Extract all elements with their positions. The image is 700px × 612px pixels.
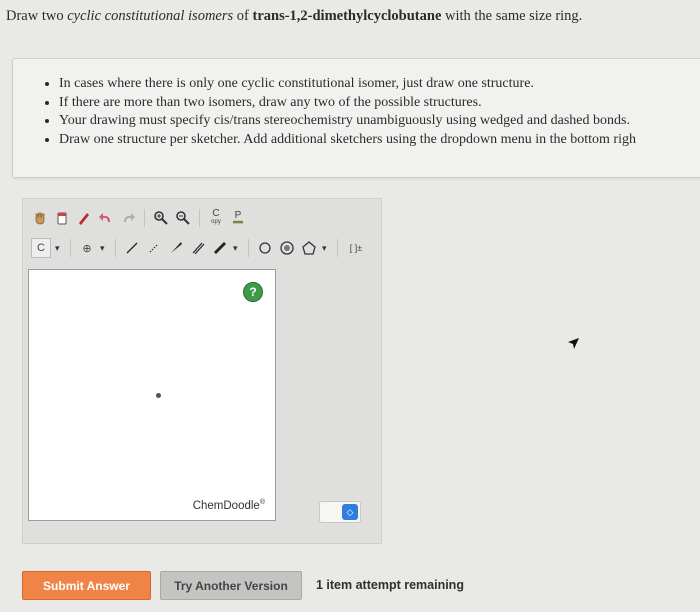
compound-name: trans-1,2-dimethylcyclobutane xyxy=(252,8,442,24)
instructions-box: In cases where there is only one cyclic … xyxy=(12,58,700,178)
question-emphasis: cyclic constitutional isomers xyxy=(67,8,234,24)
copy-sublabel: opy xyxy=(211,219,221,225)
instruction-item: If there are more than two isomers, draw… xyxy=(59,94,700,113)
chemdoodle-sketcher: C opy P C ▾ ⊕ ▾ ▾ ▾ []± ? ChemDoodle® ◇ xyxy=(22,198,382,544)
paste-label: P xyxy=(234,209,242,221)
help-button[interactable]: ? xyxy=(243,282,263,302)
eraser-icon[interactable] xyxy=(53,209,71,227)
chemdoodle-logo: ChemDoodle® xyxy=(193,499,265,512)
redo-icon[interactable] xyxy=(119,209,137,227)
hashed-bond-icon[interactable] xyxy=(145,239,163,257)
double-bond-icon[interactable] xyxy=(189,239,207,257)
toolbar-separator xyxy=(115,239,116,257)
question-part: Draw two xyxy=(6,8,68,24)
cyclopropane-icon[interactable] xyxy=(256,239,274,257)
pencil-icon[interactable] xyxy=(75,209,93,227)
bracket-button[interactable]: [ ]± xyxy=(345,239,367,257)
try-another-version-button[interactable]: Try Another Version xyxy=(160,571,302,600)
select-arrows-icon[interactable]: ◇ xyxy=(342,504,358,520)
hand-icon[interactable] xyxy=(31,209,49,227)
chevron-down-icon[interactable]: ▾ xyxy=(55,243,63,254)
atom-dot xyxy=(156,393,161,398)
toolbar-separator xyxy=(70,239,71,257)
question-part: of xyxy=(233,8,253,24)
copy-button[interactable]: C opy xyxy=(207,209,225,227)
toolbar-row-2: C ▾ ⊕ ▾ ▾ ▾ [ ]± xyxy=(31,237,367,259)
drawing-canvas[interactable]: ? ChemDoodle® xyxy=(28,269,276,521)
brand-mark: ® xyxy=(259,499,265,507)
submit-answer-button[interactable]: Submit Answer xyxy=(22,571,151,600)
wedge-bond-icon[interactable] xyxy=(167,239,185,257)
sketcher-count-select[interactable]: ◇ xyxy=(319,501,361,523)
chevron-down-icon[interactable]: ▾ xyxy=(233,243,241,254)
cyclopentane-icon[interactable] xyxy=(300,239,318,257)
toolbar-separator xyxy=(199,209,200,227)
chevron-down-icon[interactable]: ▾ xyxy=(322,243,330,254)
toolbar-separator xyxy=(337,239,338,257)
instruction-item: In cases where there is only one cyclic … xyxy=(59,75,700,94)
charge-button[interactable]: ⊕ xyxy=(78,239,96,257)
single-bond-icon[interactable] xyxy=(123,239,141,257)
undo-icon[interactable] xyxy=(97,209,115,227)
attempts-remaining: 1 item attempt remaining xyxy=(316,578,464,592)
instructions-list: In cases where there is only one cyclic … xyxy=(13,75,700,149)
brand-text: ChemDoodle xyxy=(192,500,260,512)
question-part: with the same size ring. xyxy=(441,8,583,24)
instruction-item: Your drawing must specify cis/trans ster… xyxy=(59,112,700,131)
element-carbon-button[interactable]: C xyxy=(31,238,51,258)
zoom-in-icon[interactable] xyxy=(152,209,170,227)
paste-button[interactable]: P xyxy=(229,209,247,227)
bold-bond-icon[interactable] xyxy=(211,239,229,257)
benzene-ring-icon[interactable] xyxy=(278,239,296,257)
copy-label: C xyxy=(212,208,220,219)
question-text: Draw two cyclic constitutional isomers o… xyxy=(6,8,696,25)
chevron-down-icon[interactable]: ▾ xyxy=(100,243,108,254)
toolbar-separator xyxy=(144,209,145,227)
toolbar-row-1: C opy P xyxy=(31,207,247,229)
instruction-item: Draw one structure per sketcher. Add add… xyxy=(59,131,700,150)
zoom-out-icon[interactable] xyxy=(174,209,192,227)
toolbar-separator xyxy=(248,239,249,257)
